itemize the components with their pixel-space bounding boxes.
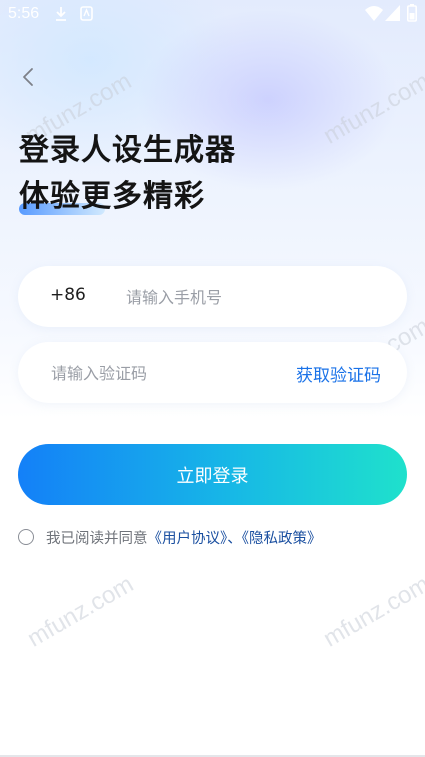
notification-app-icon [80,6,93,21]
privacy-policy-link[interactable]: 《隐私政策》 [242,531,322,547]
verification-code-input[interactable] [51,360,271,386]
wifi-icon [365,6,383,21]
get-code-button[interactable]: 获取验证码 [296,361,381,386]
download-icon [56,7,66,21]
user-agreement-link[interactable]: 《用户协议》 [148,531,228,547]
battery-icon [407,4,417,22]
agreement-prefix: 我已阅读并同意 [46,531,148,547]
watermark: mfunz.com [318,67,425,150]
country-code[interactable]: +86 [50,285,86,305]
chevron-left-icon [23,68,33,86]
signal-icon [385,5,400,21]
page-title: 登录人设生成器 [19,133,236,168]
verification-code-field: 获取验证码 [18,342,407,403]
status-bar: 5:56 [0,0,425,30]
agree-checkbox[interactable] [18,529,34,545]
login-button[interactable]: 立即登录 [18,444,407,505]
status-time: 5:56 [8,5,40,22]
login-button-label: 立即登录 [176,465,249,487]
login-screen: mfunz.com mfunz.com mfunz.com mfunz.com … [0,0,425,757]
watermark: mfunz.com [318,570,425,653]
phone-field: +86 [18,266,407,327]
agreement-separator: 、 [227,531,242,547]
watermark: mfunz.com [22,570,139,653]
back-button[interactable] [14,62,42,92]
page-subtitle: 体验更多精彩 [19,179,205,214]
phone-input[interactable] [126,284,376,310]
agreement-text: 我已阅读并同意《用户协议》、《隐私政策》 [46,527,322,548]
